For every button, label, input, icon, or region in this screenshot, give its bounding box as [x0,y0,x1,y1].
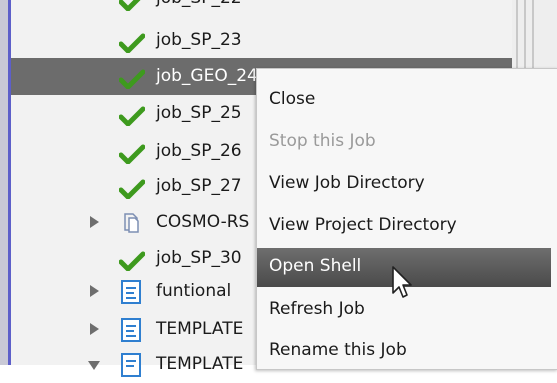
checkmark-icon [119,144,145,164]
checkmark-icon [119,69,145,89]
checkmark-icon [119,251,145,271]
checkmark-icon [119,0,141,11]
menu-item-label: Refresh Job [269,299,365,319]
menu-item-label: Stop this Job [269,131,376,151]
checkmark-icon [119,106,145,126]
document-folder-icon [124,213,139,233]
menu-item-label: Rename this Job [269,340,407,360]
menu-item-view-job-directory[interactable]: View Job Directory [257,165,555,204]
menu-item-stop-job[interactable]: Stop this Job [257,123,555,162]
template-file-icon [121,280,141,304]
tree-row-label: job_SP_23 [156,30,242,50]
tree-row-label: TEMPLATE [156,354,244,374]
context-menu: Close Stop this Job View Job Directory V… [256,68,557,370]
collapse-arrow-icon[interactable] [88,361,100,370]
tree-row-label: funtional [156,281,232,301]
tree-row-label: job_SP_26 [156,141,242,161]
expand-arrow-icon[interactable] [90,216,99,228]
tree-row-label: COSMO-RS [156,212,250,232]
mouse-pointer-icon [392,266,412,298]
checkmark-icon [119,33,145,53]
menu-item-label: View Project Directory [269,215,457,235]
tree-row-label: job_SP_25 [156,103,242,123]
tree-row-label: job_SP_22 [156,0,242,8]
tree-row-job-sp-22[interactable]: job_SP_22 [11,0,512,17]
menu-item-close[interactable]: Close [257,81,555,120]
left-panel-edge [0,0,8,365]
menu-item-rename-job[interactable]: Rename this Job [257,332,555,371]
tree-row-label: job_SP_27 [156,176,242,196]
expand-arrow-icon[interactable] [90,323,99,335]
menu-item-label: Close [269,89,316,109]
template-file-icon [121,353,141,377]
checkmark-icon [119,179,145,199]
tree-row-label: TEMPLATE [156,319,244,339]
menu-item-label: View Job Directory [269,173,425,193]
menu-item-label: Open Shell [269,256,362,276]
tree-row-label: job_GEO_24 [156,66,258,86]
menu-item-view-project-directory[interactable]: View Project Directory [257,207,555,246]
tree-row-job-sp-23[interactable]: job_SP_23 [11,22,512,59]
expand-arrow-icon[interactable] [90,285,99,297]
template-file-icon [121,318,141,342]
tree-row-label: job_SP_30 [156,248,242,268]
